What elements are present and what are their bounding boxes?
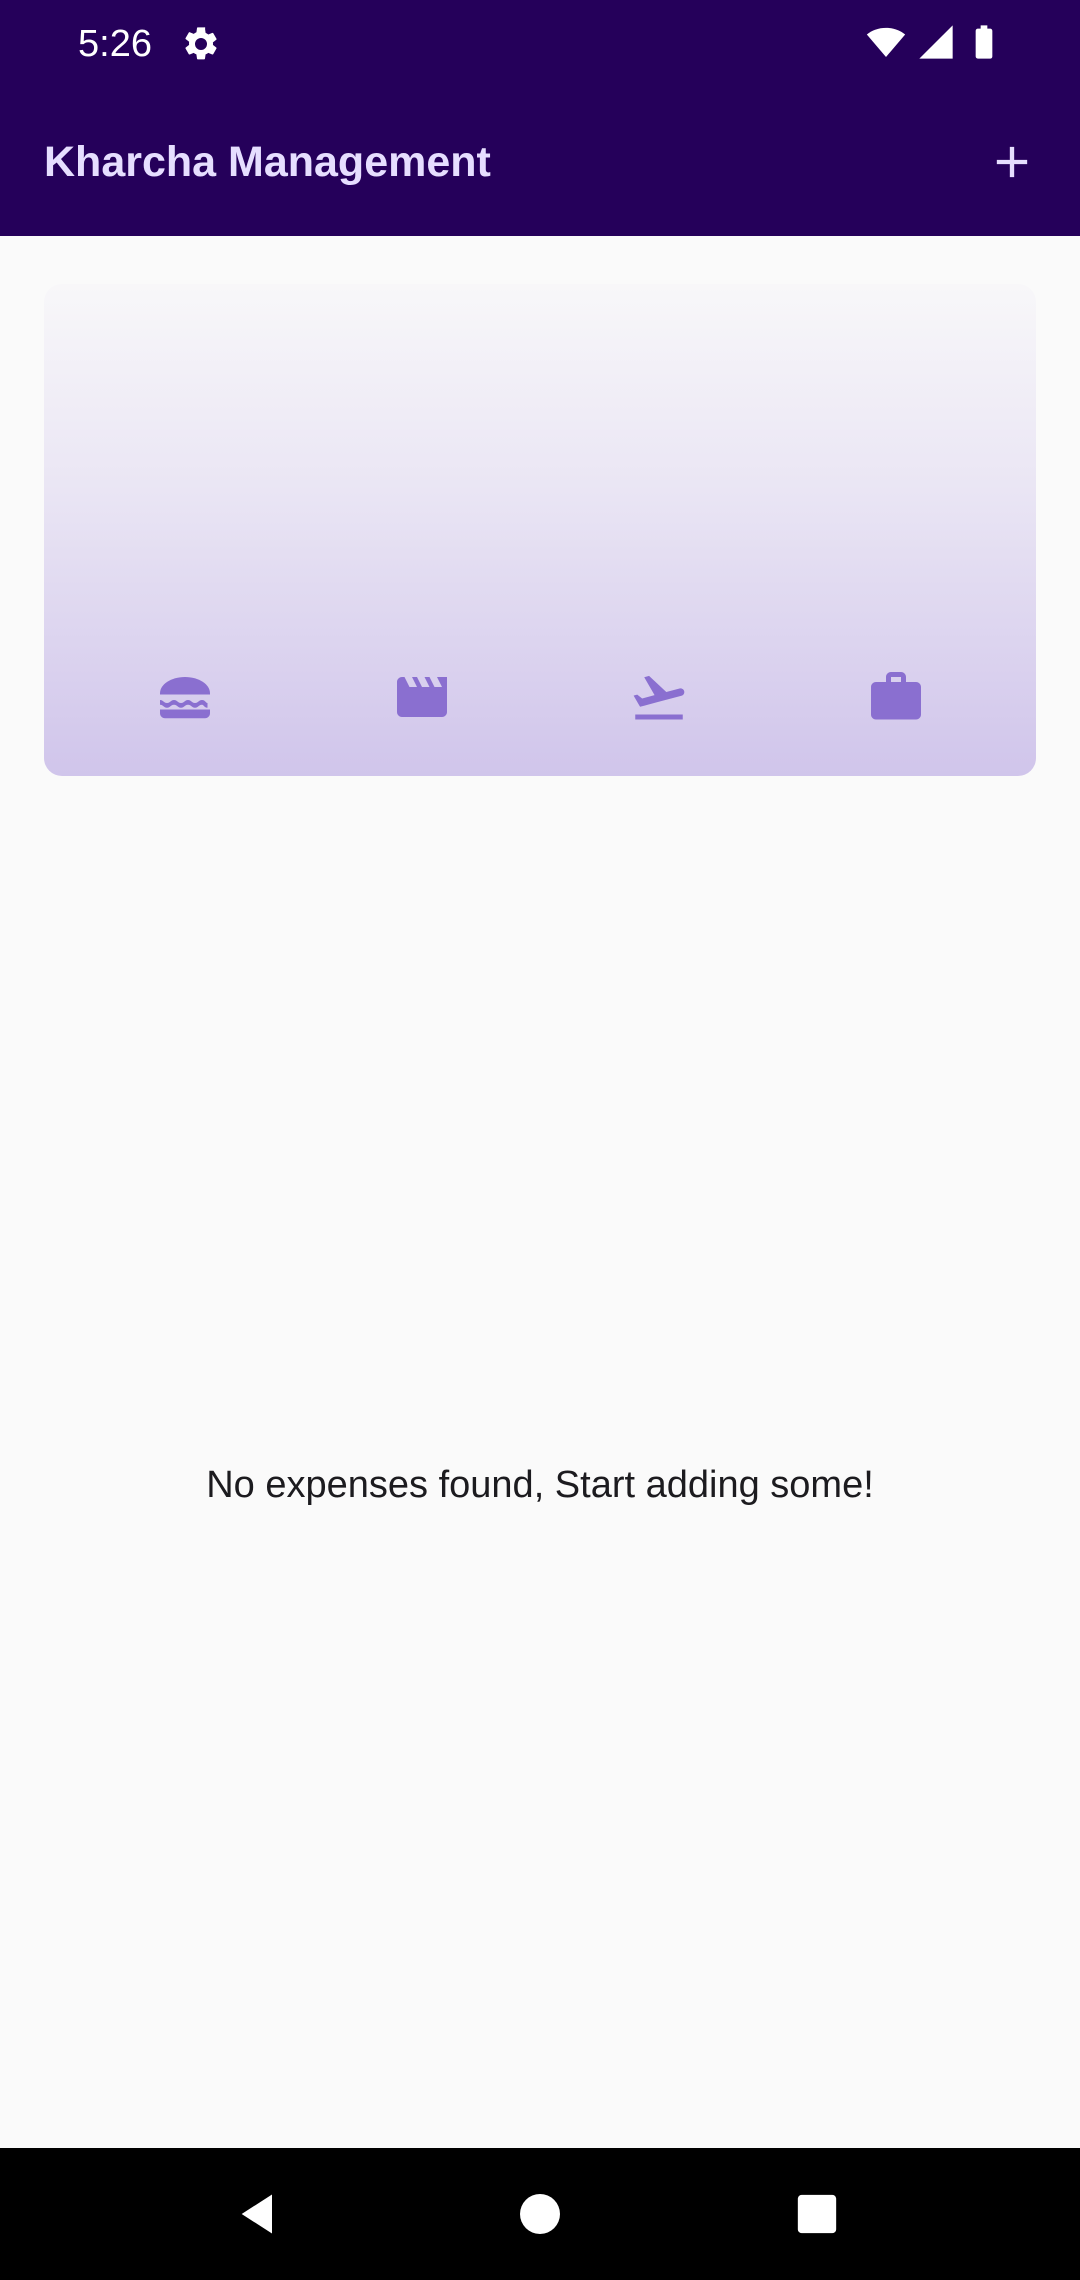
back-button[interactable] — [223, 2178, 295, 2250]
home-icon — [520, 2194, 560, 2234]
add-expense-button[interactable] — [972, 122, 1052, 202]
status-icons — [864, 24, 1004, 64]
recents-icon — [797, 2194, 837, 2234]
add-icon — [996, 146, 1028, 178]
app-bar: Kharcha Management — [0, 88, 1080, 236]
home-button[interactable] — [504, 2178, 576, 2250]
status-bar: 5:26 — [0, 0, 1080, 88]
cellular-signal-icon — [916, 22, 956, 67]
food-burger-icon — [152, 664, 218, 730]
empty-state-message: No expenses found, Start adding some! — [206, 1464, 874, 1506]
app-title: Kharcha Management — [44, 138, 491, 186]
work-briefcase-icon — [863, 664, 929, 730]
wifi-icon — [864, 22, 908, 67]
recents-button[interactable] — [781, 2178, 853, 2250]
status-time: 5:26 — [78, 23, 152, 65]
back-icon — [241, 2194, 272, 2234]
movie-clapper-icon — [389, 664, 455, 730]
flight-takeoff-icon — [626, 664, 692, 730]
settings-gear-icon — [181, 24, 221, 64]
battery-icon — [964, 22, 1004, 67]
screen: 5:26 Kharcha Management No expenses foun… — [0, 0, 1080, 2280]
category-icons-row — [44, 664, 1036, 730]
expense-chart-card — [44, 284, 1036, 776]
system-nav-bar — [0, 2148, 1080, 2280]
